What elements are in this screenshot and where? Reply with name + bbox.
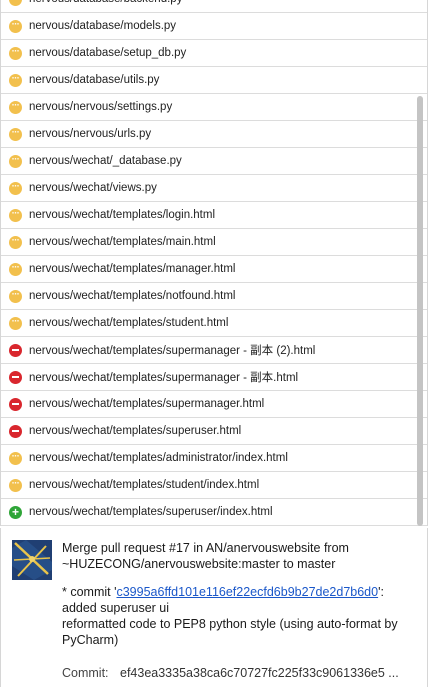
deleted-status-icon: [9, 397, 22, 411]
modified-status-icon: ···: [9, 73, 22, 87]
file-path: nervous/wechat/templates/student.html: [29, 317, 229, 329]
deleted-status-icon: [9, 424, 22, 438]
file-row[interactable]: ··· nervous/wechat/templates/notfound.htm…: [1, 283, 427, 310]
file-row[interactable]: nervous/wechat/templates/supermanager.ht…: [1, 391, 427, 418]
file-path: nervous/wechat/templates/main.html: [29, 236, 216, 248]
modified-status-icon: ···: [9, 154, 22, 168]
commit-body-line-1: added superuser ui: [62, 601, 170, 615]
avatar: [12, 540, 52, 580]
file-path: nervous/database/backend.py: [29, 0, 182, 5]
commit-details-panel: Merge pull request #17 in AN/anervousweb…: [0, 528, 428, 687]
commit-bullet-prefix: * commit ': [62, 585, 117, 599]
file-list-scrollbar[interactable]: [417, 96, 423, 526]
file-path: nervous/wechat/templates/superuser.html: [29, 425, 242, 437]
file-path: nervous/nervous/urls.py: [29, 128, 152, 140]
file-row[interactable]: ··· nervous/wechat/templates/student/inde…: [1, 472, 427, 499]
commit-meta-value[interactable]: ef43ea3335a38ca6c70727fc225f33c9061336e5…: [120, 666, 399, 680]
file-row[interactable]: ··· nervous/database/backend.py: [1, 0, 427, 13]
modified-status-icon: ···: [9, 127, 22, 141]
file-row[interactable]: ··· nervous/database/models.py: [1, 13, 427, 40]
modified-status-icon: ···: [9, 235, 22, 249]
commit-body-line-2: reformatted code to PEP8 python style (u…: [62, 617, 398, 631]
commit-title-line-2: ~HUZECONG/anervouswebsite:master to mast…: [62, 557, 336, 571]
file-path: nervous/database/utils.py: [29, 74, 160, 86]
file-path: nervous/nervous/settings.py: [29, 101, 173, 113]
file-row[interactable]: ··· nervous/wechat/_database.py: [1, 148, 427, 175]
modified-status-icon: ···: [9, 478, 22, 492]
commit-bullet-suffix: ':: [378, 585, 384, 599]
commit-meta: Commit: ef43ea3335a38ca6c70727fc225f33c90…: [62, 666, 399, 680]
deleted-status-icon: [9, 343, 22, 357]
modified-status-icon: ···: [9, 100, 22, 114]
modified-status-icon: ···: [9, 46, 22, 60]
file-row[interactable]: ··· nervous/nervous/settings.py: [1, 94, 427, 121]
file-path: nervous/database/setup_db.py: [29, 47, 187, 59]
commit-bullet: * commit 'c3995a6ffd101e116ef22ecfd6b9b2…: [62, 584, 422, 600]
commit-body-line-3: PyCharm): [62, 633, 119, 647]
file-path: nervous/wechat/templates/supermanager - …: [29, 372, 299, 384]
modified-status-icon: ···: [9, 0, 22, 6]
file-row[interactable]: ··· nervous/wechat/templates/manager.html: [1, 256, 427, 283]
file-row[interactable]: ··· nervous/database/utils.py: [1, 67, 427, 94]
modified-status-icon: ···: [9, 316, 22, 330]
file-row[interactable]: + nervous/wechat/templates/superuser/inde…: [1, 499, 427, 526]
file-row[interactable]: ··· nervous/wechat/templates/administrato…: [1, 445, 427, 472]
commit-message: Merge pull request #17 in AN/anervousweb…: [62, 540, 422, 648]
file-path: nervous/wechat/_database.py: [29, 155, 182, 167]
added-status-icon: +: [9, 505, 22, 519]
file-row[interactable]: ··· nervous/wechat/templates/main.html: [1, 229, 427, 256]
modified-status-icon: ···: [9, 181, 22, 195]
file-row[interactable]: ··· nervous/nervous/urls.py: [1, 121, 427, 148]
file-row[interactable]: ··· nervous/database/setup_db.py: [1, 40, 427, 67]
file-row[interactable]: nervous/wechat/templates/superuser.html: [1, 418, 427, 445]
file-path: nervous/wechat/templates/supermanager - …: [29, 345, 316, 357]
file-row[interactable]: ··· nervous/wechat/views.py: [1, 175, 427, 202]
file-row[interactable]: nervous/wechat/templates/supermanager - …: [1, 364, 427, 391]
file-path: nervous/wechat/templates/administrator/i…: [29, 452, 288, 464]
file-row[interactable]: ··· nervous/wechat/templates/student.html: [1, 310, 427, 337]
modified-status-icon: ···: [9, 262, 22, 276]
file-path: nervous/wechat/templates/login.html: [29, 209, 216, 221]
file-path: nervous/database/models.py: [29, 20, 177, 32]
file-path: nervous/wechat/templates/superuser/index…: [29, 506, 273, 518]
commit-hash-link[interactable]: c3995a6ffd101e116ef22ecfd6b9b27de2d7b6d0: [116, 585, 378, 599]
changed-files-list: ··· nervous/database/backend.py ··· nervous…: [0, 0, 428, 526]
commit-meta-label: Commit:: [62, 666, 109, 680]
file-path: nervous/wechat/views.py: [29, 182, 157, 194]
file-path: nervous/wechat/templates/manager.html: [29, 263, 236, 275]
modified-status-icon: ···: [9, 289, 22, 303]
file-path: nervous/wechat/templates/supermanager.ht…: [29, 398, 265, 410]
file-path: nervous/wechat/templates/student/index.h…: [29, 479, 260, 491]
deleted-status-icon: [9, 370, 22, 384]
modified-status-icon: ···: [9, 451, 22, 465]
file-row[interactable]: ··· nervous/wechat/templates/login.html: [1, 202, 427, 229]
modified-status-icon: ···: [9, 19, 22, 33]
commit-title-line-1: Merge pull request #17 in AN/anervousweb…: [62, 541, 349, 555]
file-path: nervous/wechat/templates/notfound.html: [29, 290, 236, 302]
file-row[interactable]: nervous/wechat/templates/supermanager - …: [1, 337, 427, 364]
modified-status-icon: ···: [9, 208, 22, 222]
